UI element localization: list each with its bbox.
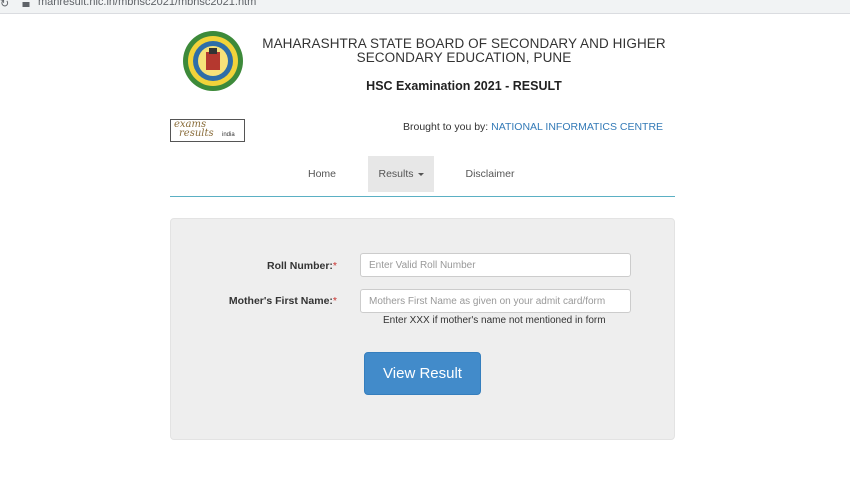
- required-mark: *: [332, 295, 337, 307]
- nav-home-label: Home: [307, 168, 336, 180]
- board-emblem-icon: [183, 31, 243, 91]
- mother-name-label-text: Mother's First Name:: [228, 295, 333, 307]
- nic-link[interactable]: NATIONAL INFORMATICS CENTRE: [491, 121, 663, 133]
- nav-results-label: Results: [378, 168, 414, 180]
- url-text[interactable]: mahresult.nic.in/mbhsc2021/mbhsc2021.htm: [38, 0, 256, 8]
- logo-text-india: india: [222, 132, 235, 138]
- mother-name-input[interactable]: [360, 289, 631, 313]
- caret-down-icon: [417, 172, 424, 176]
- exam-title: HSC Examination 2021 - RESULT: [366, 79, 562, 93]
- main-nav: Home Results Disclaimer: [170, 156, 675, 197]
- mother-name-help: Enter XXX if mother's name not mentioned…: [383, 315, 606, 326]
- browser-address-bar[interactable]: ↻ mahresult.nic.in/mbhsc2021/mbhsc2021.h…: [0, 0, 850, 14]
- nav-results-dropdown[interactable]: Results: [368, 156, 434, 192]
- result-form-panel: Roll Number:* Mother's First Name:* Ente…: [170, 218, 675, 440]
- exams-results-india-logo[interactable]: exams results india: [170, 119, 245, 142]
- mother-name-label: Mother's First Name:*: [229, 295, 337, 307]
- nav-disclaimer[interactable]: Disclaimer: [458, 156, 522, 192]
- nav-home[interactable]: Home: [298, 156, 346, 192]
- reload-icon[interactable]: ↻: [0, 0, 9, 10]
- roll-number-label-text: Roll Number:: [266, 260, 333, 272]
- brought-to-you-by: Brought to you by: NATIONAL INFORMATICS …: [403, 121, 663, 133]
- nav-disclaimer-label: Disclaimer: [465, 168, 515, 180]
- required-mark: *: [332, 260, 337, 272]
- logo-text-results: results: [179, 128, 214, 139]
- brought-prefix: Brought to you by:: [403, 121, 489, 133]
- view-result-button[interactable]: View Result: [364, 352, 481, 395]
- lock-icon: [22, 2, 30, 7]
- board-title: MAHARASHTRA STATE BOARD OF SECONDARY AND…: [262, 36, 666, 65]
- roll-number-label: Roll Number:*: [267, 260, 337, 272]
- roll-number-input[interactable]: [360, 253, 631, 277]
